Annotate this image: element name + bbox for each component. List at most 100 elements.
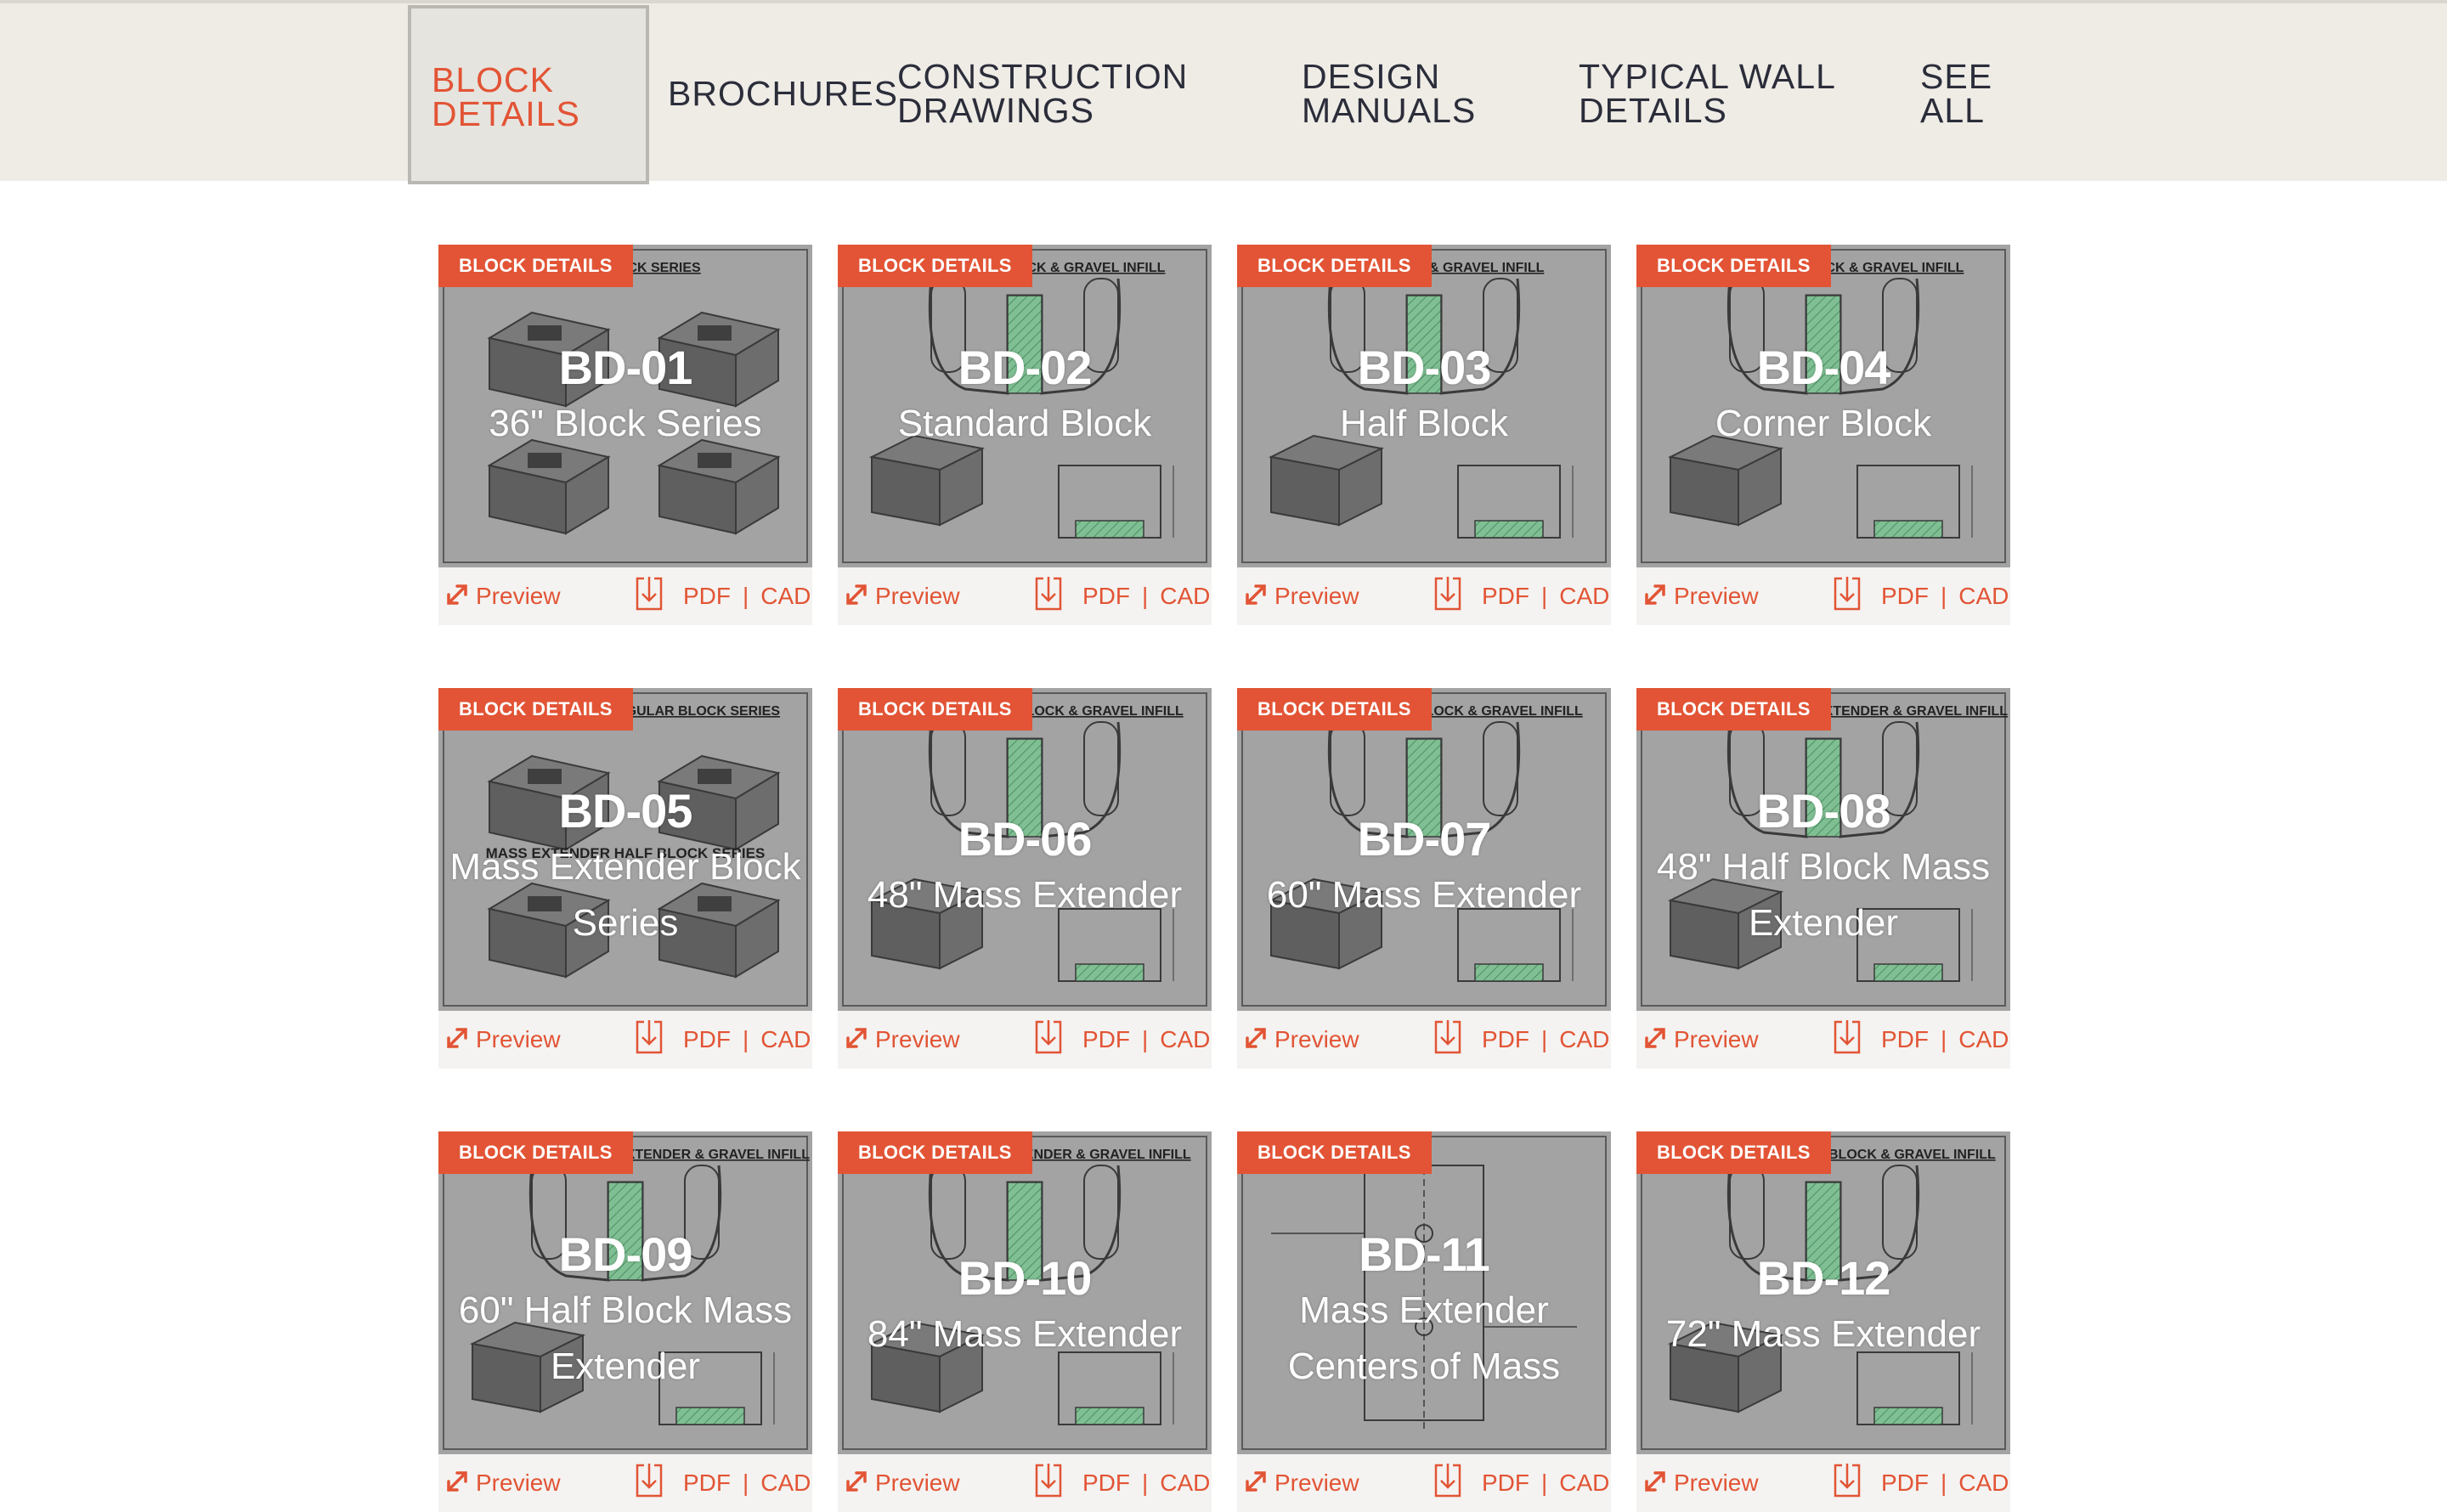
card-thumbnail[interactable]: TENDER & GRAVEL INFILL BLOCK DETAILS BD-10…	[838, 1131, 1212, 1454]
pdf-link[interactable]: PDF	[683, 1026, 731, 1052]
card-title: Mass Extender Centers of Mass	[1287, 1289, 1561, 1387]
card-overlay-text: BD-04 Corner Block	[1636, 340, 2010, 452]
card-thumbnail[interactable]: BLOCK DETAILS BD-11 Mass Extender Centers …	[1237, 1131, 1611, 1454]
preview-link[interactable]: Preview	[445, 1454, 561, 1512]
cad-link[interactable]: CAD	[1160, 1026, 1210, 1052]
expand-icon	[1643, 1457, 1667, 1492]
preview-label: Preview	[1674, 1470, 1759, 1496]
card-actions: Preview PDF | CAD	[1636, 567, 2010, 625]
drawing-header-text: TENDER & GRAVEL INFILL	[1016, 1148, 1191, 1162]
download-links: PDF | CAD	[634, 567, 811, 625]
nav-see-all[interactable]: SEE ALL	[1920, 57, 1993, 130]
block-detail-card[interactable]: OCK SERIES BLOCK DETAILS BD-01 36" Block Se…	[438, 245, 812, 625]
pdf-link[interactable]: PDF	[1482, 1470, 1529, 1496]
category-badge: BLOCK DETAILS	[1237, 688, 1432, 731]
expand-icon	[845, 1013, 868, 1048]
cad-link[interactable]: CAD	[760, 1470, 811, 1496]
card-thumbnail[interactable]: R BLOCK & GRAVEL INFILL BLOCK DETAILS BD-1…	[1636, 1131, 2010, 1454]
preview-link[interactable]: Preview	[1244, 567, 1359, 625]
cad-link[interactable]: CAD	[760, 1026, 811, 1052]
cad-link[interactable]: CAD	[1559, 1026, 1609, 1052]
cad-link[interactable]: CAD	[1160, 1470, 1210, 1496]
download-links: PDF | CAD	[1033, 1011, 1210, 1069]
block-detail-card[interactable]: K & GRAVEL INFILL BLOCK DETAILS BD-03 Half …	[1237, 245, 1611, 625]
category-badge: BLOCK DETAILS	[1636, 245, 1831, 287]
cad-link[interactable]: CAD	[1958, 583, 2009, 609]
block-detail-card[interactable]: BLOCK & GRAVEL INFILL BLOCK DETAILS BD-07 6…	[1237, 688, 1611, 1069]
pdf-link[interactable]: PDF	[683, 583, 731, 609]
block-detail-card[interactable]: EXTENDER & GRAVEL INFILL BLOCK DETAILS BD-…	[438, 1131, 812, 1512]
block-detail-card[interactable]: R BLOCK & GRAVEL INFILL BLOCK DETAILS BD-1…	[1636, 1131, 2010, 1512]
pdf-link[interactable]: PDF	[1082, 583, 1130, 609]
block-detail-card[interactable]: EXTENDER & GRAVEL INFILL BLOCK DETAILS BD-…	[1636, 688, 2010, 1069]
preview-link[interactable]: Preview	[1244, 1011, 1359, 1069]
card-overlay-text: BD-07 60" Mass Extender	[1237, 811, 1611, 923]
category-badge: BLOCK DETAILS	[438, 1131, 633, 1174]
cad-link[interactable]: CAD	[1958, 1470, 2009, 1496]
preview-link[interactable]: Preview	[1244, 1454, 1359, 1512]
block-detail-card[interactable]: OCK & GRAVEL INFILL BLOCK DETAILS BD-02 Sta…	[838, 245, 1212, 625]
card-thumbnail[interactable]: OCK & GRAVEL INFILL BLOCK DETAILS BD-02 Sta…	[838, 245, 1212, 567]
preview-label: Preview	[1274, 1470, 1359, 1496]
card-thumbnail[interactable]: OCK SERIES BLOCK DETAILS BD-01 36" Block Se…	[438, 245, 812, 567]
block-detail-card[interactable]: EGULAR BLOCK SERIES MASS EXTENDER HALF BL…	[438, 688, 812, 1069]
card-thumbnail[interactable]: BLOCK & GRAVEL INFILL BLOCK DETAILS BD-07 6…	[1237, 688, 1611, 1011]
pdf-link[interactable]: PDF	[683, 1470, 731, 1496]
preview-label: Preview	[875, 583, 960, 609]
nav-brochures[interactable]: BROCHURES	[668, 76, 898, 111]
pdf-link[interactable]: PDF	[1881, 1026, 1929, 1052]
download-links: PDF | CAD	[1433, 1454, 1609, 1512]
preview-link[interactable]: Preview	[1643, 1011, 1759, 1069]
card-thumbnail[interactable]: BLOCK & GRAVEL INFILL BLOCK DETAILS BD-06 4…	[838, 688, 1212, 1011]
preview-link[interactable]: Preview	[445, 1011, 561, 1069]
drawing-header-text: BLOCK & GRAVEL INFILL	[1016, 704, 1184, 719]
pdf-link[interactable]: PDF	[1082, 1026, 1130, 1052]
download-icon	[1033, 1462, 1064, 1499]
card-code: BD-07	[1357, 812, 1492, 866]
nav-block-details[interactable]: BLOCK DETAILS	[408, 5, 649, 184]
preview-link[interactable]: Preview	[445, 567, 561, 625]
preview-link[interactable]: Preview	[845, 567, 960, 625]
card-actions: Preview PDF | CAD	[1636, 1011, 2010, 1069]
preview-link[interactable]: Preview	[845, 1454, 960, 1512]
pdf-link[interactable]: PDF	[1482, 583, 1529, 609]
pdf-link[interactable]: PDF	[1482, 1026, 1529, 1052]
cad-link[interactable]: CAD	[1958, 1026, 2009, 1052]
preview-link[interactable]: Preview	[1643, 567, 1759, 625]
download-icon	[1033, 1018, 1064, 1056]
pdf-link[interactable]: PDF	[1881, 1470, 1929, 1496]
cad-link[interactable]: CAD	[1160, 583, 1210, 609]
link-separator: |	[743, 583, 749, 609]
cad-link[interactable]: CAD	[1559, 1470, 1609, 1496]
category-badge: BLOCK DETAILS	[438, 688, 633, 731]
card-title: 72" Mass Extender	[1665, 1313, 1981, 1355]
preview-label: Preview	[1274, 1026, 1359, 1052]
expand-icon	[845, 570, 868, 605]
card-thumbnail[interactable]: OCK & GRAVEL INFILL BLOCK DETAILS BD-04 Cor…	[1636, 245, 2010, 567]
nav-construction-drawings[interactable]: CONSTRUCTION DRAWINGS	[897, 59, 1188, 128]
nav-design-manuals[interactable]: DESIGN MANUALS	[1302, 59, 1476, 128]
card-thumbnail[interactable]: EXTENDER & GRAVEL INFILL BLOCK DETAILS BD-…	[1636, 688, 2010, 1011]
block-detail-card[interactable]: BLOCK DETAILS BD-11 Mass Extender Centers …	[1237, 1131, 1611, 1512]
drawing-header-text: EXTENDER & GRAVEL INFILL	[617, 1148, 810, 1162]
download-icon	[634, 1018, 664, 1056]
cad-link[interactable]: CAD	[1559, 583, 1609, 609]
card-actions: Preview PDF | CAD	[1636, 1454, 2010, 1512]
preview-link[interactable]: Preview	[845, 1011, 960, 1069]
block-detail-card[interactable]: OCK & GRAVEL INFILL BLOCK DETAILS BD-04 Cor…	[1636, 245, 2010, 625]
card-thumbnail[interactable]: K & GRAVEL INFILL BLOCK DETAILS BD-03 Half …	[1237, 245, 1611, 567]
card-thumbnail[interactable]: EGULAR BLOCK SERIES MASS EXTENDER HALF BL…	[438, 688, 812, 1011]
block-detail-card[interactable]: BLOCK & GRAVEL INFILL BLOCK DETAILS BD-06 4…	[838, 688, 1212, 1069]
nav-label-line: ALL	[1920, 91, 1985, 130]
pdf-link[interactable]: PDF	[1082, 1470, 1130, 1496]
block-detail-card[interactable]: TENDER & GRAVEL INFILL BLOCK DETAILS BD-10…	[838, 1131, 1212, 1512]
expand-icon	[1244, 570, 1268, 605]
pdf-link[interactable]: PDF	[1881, 583, 1929, 609]
cad-link[interactable]: CAD	[760, 583, 811, 609]
preview-link[interactable]: Preview	[1643, 1454, 1759, 1512]
nav-typical-wall-details[interactable]: TYPICAL WALL DETAILS	[1579, 59, 1836, 128]
download-icon	[1433, 1018, 1463, 1056]
nav-label-line: SEE	[1920, 57, 1993, 96]
card-thumbnail[interactable]: EXTENDER & GRAVEL INFILL BLOCK DETAILS BD-…	[438, 1131, 812, 1454]
card-title: 60" Mass Extender	[1266, 874, 1582, 916]
